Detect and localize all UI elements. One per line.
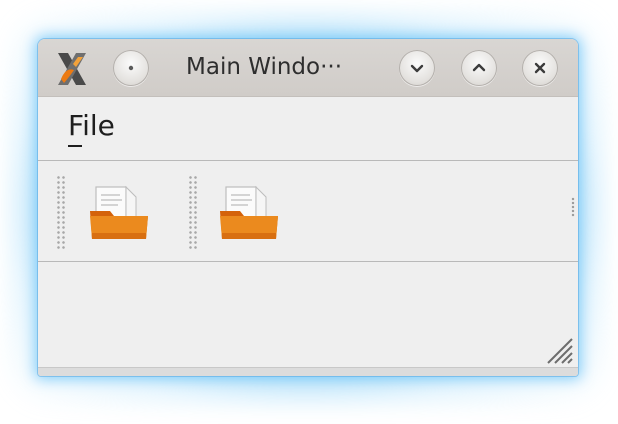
open-file-button-2[interactable] xyxy=(218,181,282,243)
maximize-button[interactable] xyxy=(461,50,497,86)
toolbar-extension-handle[interactable] xyxy=(571,197,575,217)
window-title: Main Windo··· xyxy=(186,54,343,80)
close-button[interactable] xyxy=(522,50,558,86)
window-menu-button[interactable] xyxy=(113,50,149,86)
status-bar xyxy=(38,367,578,376)
menu-bar: File xyxy=(38,97,578,161)
toolbar-drag-handle-2[interactable] xyxy=(188,175,198,251)
central-widget xyxy=(38,262,578,367)
menu-file-label: File xyxy=(68,109,115,142)
folder-open-icon xyxy=(220,185,278,239)
toolbar-drag-handle[interactable] xyxy=(56,175,66,251)
folder-open-icon xyxy=(90,185,148,239)
main-window: Main Windo··· File xyxy=(38,39,578,376)
x-app-icon[interactable] xyxy=(52,49,92,89)
circle-icon xyxy=(128,65,134,71)
chevron-up-icon xyxy=(472,63,486,72)
mnemonic-underline xyxy=(68,145,82,147)
menu-file[interactable]: File xyxy=(68,109,115,147)
minimize-button[interactable] xyxy=(399,50,435,86)
chevron-down-icon xyxy=(410,64,424,73)
toolbar-area xyxy=(38,161,578,262)
open-file-button[interactable] xyxy=(88,181,152,243)
desktop-background: Main Windo··· File xyxy=(0,0,618,424)
close-icon xyxy=(534,62,546,74)
resize-grip-icon[interactable] xyxy=(542,333,574,365)
title-bar[interactable]: Main Windo··· xyxy=(38,39,578,97)
